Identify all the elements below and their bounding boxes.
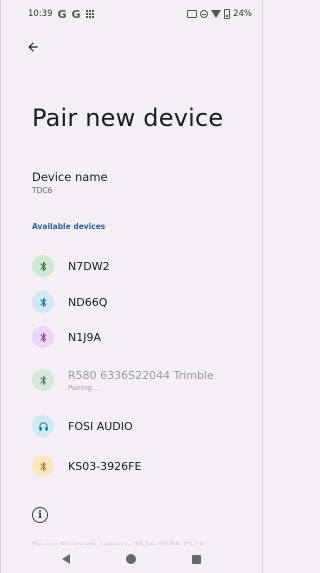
device-item-n7dw2[interactable]: N7DW2 [1, 248, 262, 284]
device-item-ks03[interactable]: KS03-3926FE [1, 448, 262, 484]
status-time: 10:39 [28, 9, 53, 19]
nav-home-icon[interactable] [126, 554, 136, 564]
app-grid-icon [85, 9, 96, 19]
image-icon [187, 10, 198, 18]
device-name: R580 6336S22044 Trimble [68, 368, 214, 382]
available-devices-header: Available devices [32, 222, 106, 231]
device-name-setting[interactable]: Device name TDC6 [32, 170, 232, 195]
do-not-disturb-icon [200, 10, 209, 18]
status-left: 10:39 G G [28, 8, 96, 21]
device-name: N7DW2 [68, 259, 110, 273]
bluetooth-icon [32, 291, 54, 313]
bluetooth-icon [32, 255, 54, 277]
status-right: 24% [187, 9, 252, 19]
device-status: Pairing... [68, 383, 99, 392]
device-name: KS03-3926FE [68, 459, 142, 473]
headphones-icon [32, 415, 54, 437]
device-name: N1J9A [68, 330, 101, 344]
info-icon: i [32, 507, 48, 523]
wifi-icon [211, 10, 222, 18]
device-item-n1j9a[interactable]: N1J9A [1, 319, 262, 355]
nav-back-icon[interactable] [62, 554, 70, 564]
navigation-bar [1, 545, 262, 573]
device-name: ND66Q [68, 295, 108, 309]
page-title: Pair new device [32, 104, 224, 132]
status-bar: 10:39 G G 24% [1, 0, 262, 28]
device-item-nd66q[interactable]: ND66Q [1, 284, 262, 320]
bluetooth-icon [32, 455, 54, 477]
device-item-r580-trimble[interactable]: R580 6336S22044 Trimble Pairing... [1, 362, 262, 398]
back-button[interactable] [21, 36, 45, 58]
google-icon-2: G [71, 7, 81, 21]
device-name: FOSI AUDIO [68, 419, 133, 433]
device-name-label: Device name [32, 170, 108, 184]
device-item-fosi-audio[interactable]: FOSI AUDIO [1, 408, 262, 444]
bluetooth-icon [32, 326, 54, 348]
battery-percent: 24% [233, 9, 252, 19]
device-name-value: TDC6 [32, 186, 53, 195]
google-icon: G [57, 7, 67, 21]
battery-icon [224, 9, 231, 19]
bluetooth-icon [32, 369, 54, 391]
nav-recents-icon[interactable] [192, 554, 201, 564]
phone-screen: 10:39 G G 24% Pair new device Device nam… [0, 0, 263, 573]
arrow-back-icon [28, 42, 38, 52]
